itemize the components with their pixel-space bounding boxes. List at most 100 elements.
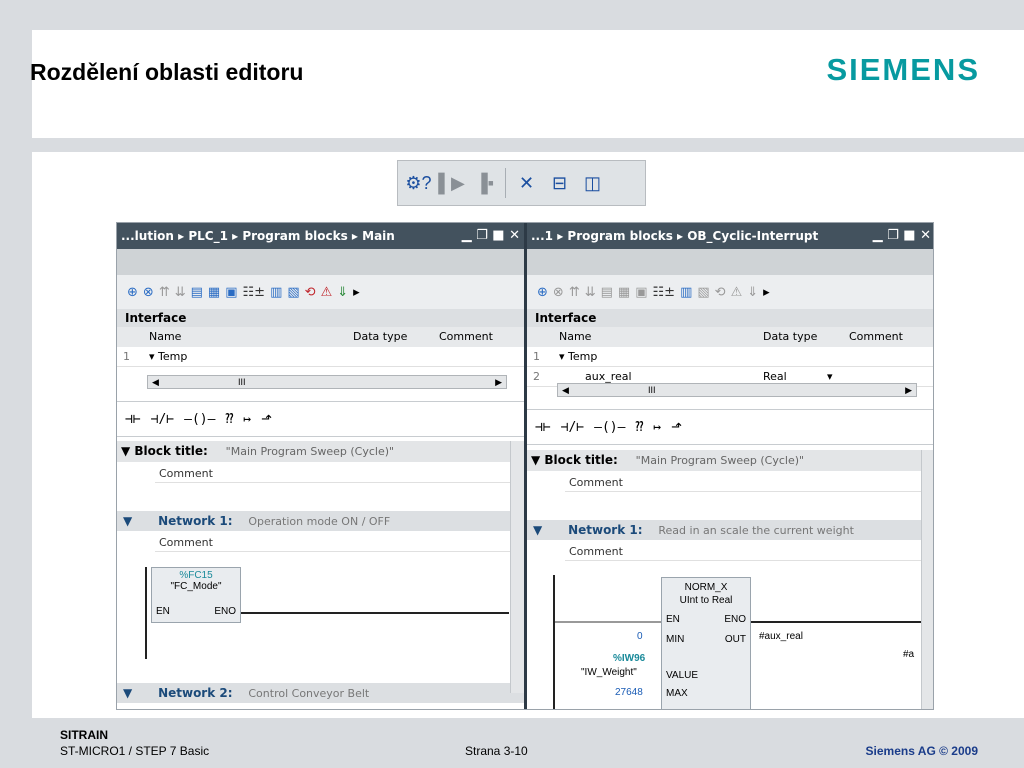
delete-row-icon[interactable]: ⊗ — [143, 285, 154, 300]
comment-icon[interactable]: ▣ — [635, 285, 647, 300]
contact-icon[interactable]: ⊣⊢ — [125, 412, 141, 427]
left-window-controls[interactable]: ▁ ❐ ■ ✕ — [462, 223, 520, 249]
move-down-icon[interactable]: ⇊ — [175, 285, 186, 300]
left-comment-2[interactable]: Comment — [155, 533, 515, 552]
footer-module: ST-MICRO1 / STEP 7 Basic — [60, 744, 210, 758]
neg-contact-icon[interactable]: ⊣/⊢ — [151, 412, 174, 427]
value-name[interactable]: "IW_Weight" — [581, 667, 637, 678]
split-vertical-icon[interactable]: ◫ — [580, 171, 605, 196]
right-block-title[interactable]: ▼ Block title: "Main Program Sweep (Cycl… — [527, 450, 933, 471]
scroll-thumb[interactable]: III — [238, 376, 246, 388]
go-icon[interactable]: ⚠ — [321, 285, 333, 300]
panel-right-icon[interactable]: ▐▪ — [472, 171, 497, 196]
branch-open-icon[interactable]: ↦ — [653, 420, 661, 435]
move-up-icon[interactable]: ⇈ — [159, 285, 170, 300]
list-icon[interactable]: ▦ — [618, 285, 630, 300]
value-address[interactable]: %IW96 — [613, 653, 645, 664]
view-icon[interactable]: ▤ — [191, 285, 203, 300]
right-window-controls[interactable]: ▁ ❐ ■ ✕ — [873, 223, 931, 249]
right-hscroll[interactable]: ◀ III ▶ — [557, 383, 917, 397]
hash-operand: #a — [903, 649, 915, 660]
scroll-right-icon[interactable]: ▶ — [495, 376, 502, 388]
split-swap-icon[interactable]: ✕ — [514, 171, 539, 196]
more-icon[interactable]: ▸ — [353, 285, 360, 300]
coil-icon[interactable]: –()– — [184, 412, 215, 427]
delete-row-icon[interactable]: ⊗ — [553, 285, 564, 300]
scroll-left-icon[interactable]: ◀ — [562, 384, 569, 396]
footer-course: SITRAIN — [60, 728, 108, 742]
col-comment: Comment — [849, 330, 903, 343]
row-name: ▾ Temp — [149, 350, 188, 363]
panel-left-icon[interactable]: ▌▶ — [438, 171, 465, 196]
power-rail — [553, 575, 555, 709]
download-icon[interactable]: ⇓ — [747, 285, 758, 300]
right-breadcrumb[interactable]: ...1 ▸ Program blocks ▸ OB_Cyclic-Interr… — [531, 229, 818, 243]
collapse-icon[interactable]: ▼ — [533, 523, 542, 537]
fb-name: NORM_X — [684, 582, 728, 593]
fb-type: UInt to Real — [679, 595, 733, 606]
move-up-icon[interactable]: ⇈ — [569, 285, 580, 300]
split-horizontal-icon[interactable]: ⊟ — [547, 171, 572, 196]
favorite-icon[interactable]: ▧ — [697, 285, 709, 300]
branch-close-icon[interactable]: ⬏ — [261, 412, 272, 427]
left-comment-1[interactable]: Comment — [155, 464, 515, 483]
fb-eno: ENO — [724, 614, 746, 625]
network-icon[interactable]: ☷± — [653, 285, 676, 300]
left-network-1[interactable]: ▼ Network 1: Operation mode ON / OFF — [117, 511, 524, 531]
right-blank-band — [527, 249, 933, 275]
right-comment-1[interactable]: Comment — [565, 473, 925, 492]
collapse-icon[interactable]: ▼ — [123, 514, 132, 528]
right-interface-header: Name Data type Comment — [527, 327, 933, 347]
absolute-icon[interactable]: ▥ — [270, 285, 282, 300]
goto-icon[interactable]: ⟲ — [715, 285, 726, 300]
left-vscroll[interactable] — [510, 441, 524, 693]
contact-icon[interactable]: ⊣⊢ — [535, 420, 551, 435]
right-ladder-toolbar: ⊣⊢ ⊣/⊢ –()– ⁇ ↦ ⬏ — [527, 409, 933, 445]
insert-row-icon[interactable]: ⊕ — [537, 285, 548, 300]
min-operand[interactable]: 0 — [637, 631, 643, 642]
collapse-icon[interactable]: ▼ — [123, 686, 132, 700]
coil-icon[interactable]: –()– — [594, 420, 625, 435]
more-icon[interactable]: ▸ — [763, 285, 770, 300]
download-icon[interactable]: ⇓ — [337, 285, 348, 300]
fc-en: EN — [156, 606, 170, 617]
move-down-icon[interactable]: ⇊ — [585, 285, 596, 300]
left-breadcrumb[interactable]: ...lution ▸ PLC_1 ▸ Program blocks ▸ Mai… — [121, 229, 395, 243]
table-row[interactable]: 1 ▾ Temp — [117, 347, 524, 367]
norm-x-block[interactable]: NORM_X UInt to Real EN ENO MIN OUT VALUE… — [661, 577, 751, 709]
absolute-icon[interactable]: ▥ — [680, 285, 692, 300]
library-help-icon[interactable]: ⚙? — [405, 171, 431, 196]
right-comment-2[interactable]: Comment — [565, 542, 925, 561]
right-network-1[interactable]: ▼ Network 1: Read in an scale the curren… — [527, 520, 933, 540]
branch-close-icon[interactable]: ⬏ — [671, 420, 682, 435]
box-icon[interactable]: ⁇ — [635, 420, 643, 435]
block-title-label: ▼ Block title: — [531, 453, 618, 467]
left-network-2[interactable]: ▼ Network 2: Control Conveyor Belt — [117, 683, 524, 703]
network-icon[interactable]: ☷± — [243, 285, 266, 300]
fc-block[interactable]: %FC15 "FC_Mode" EN ENO — [151, 567, 241, 623]
comment-icon[interactable]: ▣ — [225, 285, 237, 300]
go-icon[interactable]: ⚠ — [731, 285, 743, 300]
out-operand[interactable]: #aux_real — [759, 631, 803, 642]
view-icon[interactable]: ▤ — [601, 285, 613, 300]
neg-contact-icon[interactable]: ⊣/⊢ — [561, 420, 584, 435]
list-icon[interactable]: ▦ — [208, 285, 220, 300]
scroll-left-icon[interactable]: ◀ — [152, 376, 159, 388]
page-title: Rozdělení oblasti editoru — [30, 59, 304, 85]
goto-icon[interactable]: ⟲ — [305, 285, 316, 300]
insert-row-icon[interactable]: ⊕ — [127, 285, 138, 300]
scroll-right-icon[interactable]: ▶ — [905, 384, 912, 396]
network-label: Network 1: — [158, 514, 233, 528]
left-hscroll[interactable]: ◀ III ▶ — [147, 375, 507, 389]
fb-max: MAX — [666, 688, 688, 699]
scroll-thumb[interactable]: III — [648, 384, 656, 396]
right-vscroll[interactable] — [921, 450, 933, 709]
network-label: Network 2: — [158, 686, 233, 700]
table-row[interactable]: 1 ▾ Temp — [527, 347, 933, 367]
branch-open-icon[interactable]: ↦ — [243, 412, 251, 427]
col-datatype: Data type — [353, 330, 408, 343]
left-block-title[interactable]: ▼ Block title: "Main Program Sweep (Cycl… — [117, 441, 524, 462]
max-operand[interactable]: 27648 — [615, 687, 643, 698]
box-icon[interactable]: ⁇ — [225, 412, 233, 427]
favorite-icon[interactable]: ▧ — [287, 285, 299, 300]
